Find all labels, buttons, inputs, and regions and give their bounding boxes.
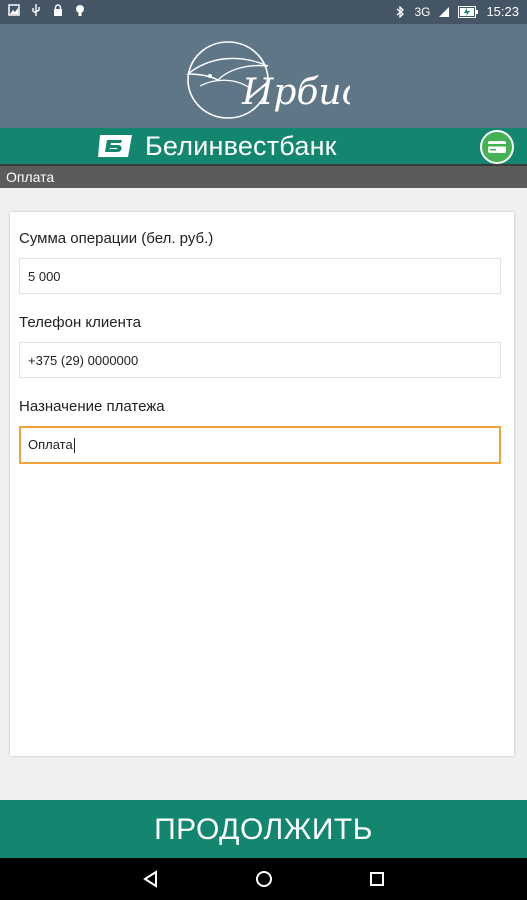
- phone-label: Телефон клиента: [19, 314, 141, 331]
- card-button[interactable]: [480, 130, 514, 164]
- amount-input[interactable]: [19, 258, 501, 294]
- purpose-input[interactable]: Оплата: [19, 426, 501, 464]
- system-icons: 3G 15:23: [394, 4, 519, 19]
- bulb-icon: [76, 5, 84, 16]
- recents-icon[interactable]: [368, 870, 386, 888]
- usb-icon: [32, 4, 40, 16]
- amount-label: Сумма операции (бел. руб.): [19, 230, 214, 247]
- continue-button[interactable]: ПРОДОЛЖИТЬ: [0, 800, 527, 858]
- screen-title: Оплата: [6, 169, 55, 185]
- clock: 15:23: [486, 4, 519, 19]
- app-header: Ирбис: [0, 24, 527, 128]
- purpose-label: Назначение платежа: [19, 398, 165, 415]
- battery-icon: [458, 5, 479, 18]
- screen-title-bar: Оплата: [0, 164, 527, 188]
- image-notification-icon: [8, 4, 20, 16]
- navigation-bar: [0, 858, 527, 900]
- bluetooth-icon: [397, 5, 405, 18]
- home-icon[interactable]: [255, 870, 273, 888]
- status-bar: 3G 15:23: [0, 0, 527, 24]
- text-cursor: [73, 438, 75, 454]
- bank-bar: Белинвестбанк: [0, 128, 527, 164]
- signal-icon: [439, 6, 450, 17]
- logo-text: Ирбис: [241, 72, 350, 113]
- irbis-logo: Ирбис: [186, 41, 350, 119]
- back-icon[interactable]: [142, 870, 160, 888]
- lock-icon: [54, 4, 62, 16]
- bank-logo-icon: [98, 135, 132, 157]
- purpose-input-value: Оплата: [28, 437, 73, 452]
- phone-input[interactable]: [19, 342, 501, 378]
- notification-icons: [8, 4, 86, 16]
- bank-name: Белинвестбанк: [145, 131, 337, 161]
- network-type: 3G: [414, 4, 431, 19]
- payment-form: Сумма операции (бел. руб.) Телефон клиен…: [10, 212, 514, 756]
- credit-card-icon: [488, 141, 506, 153]
